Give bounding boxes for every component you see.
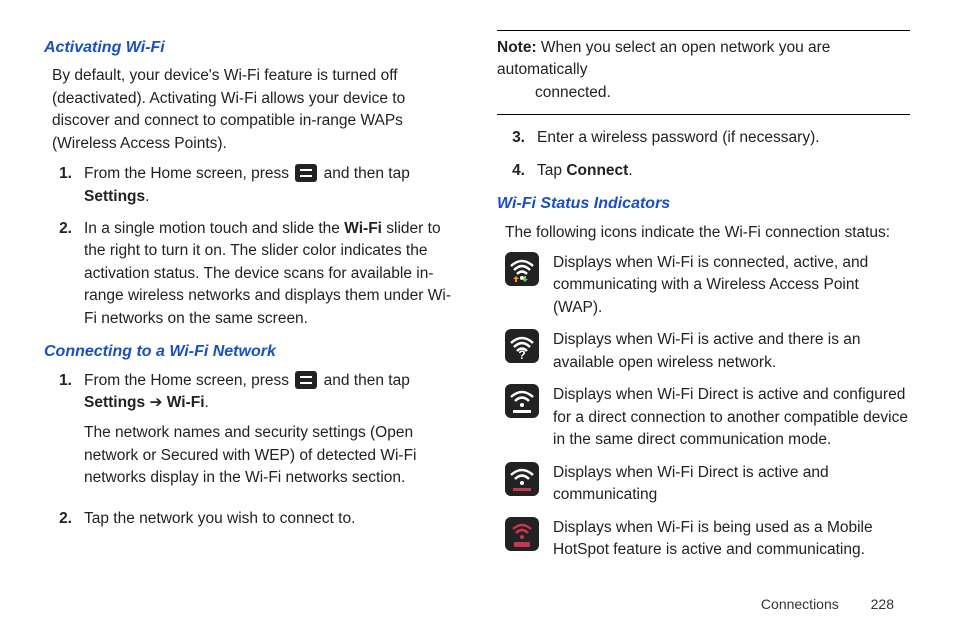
- wifi-direct-active-icon: [505, 462, 539, 496]
- list-item: 2. In a single motion touch and slide th…: [52, 218, 457, 330]
- page-columns: Activating Wi-Fi By default, your device…: [44, 30, 910, 572]
- status-description: Displays when Wi-Fi Direct is active and…: [553, 384, 910, 451]
- text-fragment: and then tap: [319, 165, 410, 182]
- status-item: Displays when Wi-Fi Direct is active and…: [505, 384, 910, 451]
- step-number: 1.: [52, 163, 72, 208]
- text-fragment: .: [628, 162, 632, 179]
- menu-icon: [295, 371, 317, 389]
- text-bold: Wi-Fi: [167, 394, 205, 411]
- note-text-line2: connected.: [535, 82, 910, 104]
- heading-activating-wifi: Activating Wi-Fi: [44, 36, 457, 59]
- step-number: 4.: [505, 160, 525, 182]
- step-text: Tap the network you wish to connect to.: [84, 508, 457, 530]
- step-number: 2.: [52, 218, 72, 330]
- list-connecting-wifi: 1. From the Home screen, press and then …: [52, 370, 457, 531]
- step-number: 2.: [52, 508, 72, 530]
- text-bold: Settings: [84, 188, 145, 205]
- step-text: In a single motion touch and slide the W…: [84, 218, 457, 330]
- status-description: Displays when Wi-Fi is connected, active…: [553, 252, 910, 319]
- status-description: Displays when Wi-Fi is being used as a M…: [553, 517, 910, 562]
- step-text: Tap Connect.: [537, 160, 910, 182]
- footer-page-number: 228: [871, 596, 894, 612]
- wifi-open-available-icon: ?: [505, 329, 539, 363]
- page-footer: Connections 228: [761, 594, 894, 614]
- text-fragment: In a single motion touch and slide the: [84, 220, 344, 237]
- status-item: Displays when Wi-Fi is connected, active…: [505, 252, 910, 319]
- text-fragment: The network names and security settings …: [84, 422, 457, 489]
- status-description: Displays when Wi-Fi is active and there …: [553, 329, 910, 374]
- list-item: 1. From the Home screen, press and then …: [52, 370, 457, 498]
- heading-status-indicators: Wi-Fi Status Indicators: [497, 192, 910, 215]
- svg-text:?: ?: [518, 348, 525, 362]
- text-bold: Connect: [566, 162, 628, 179]
- step-text: From the Home screen, press and then tap…: [84, 370, 457, 498]
- text-fragment: .: [145, 188, 149, 205]
- text-fragment: and then tap: [319, 372, 410, 389]
- list-connecting-continued: 3. Enter a wireless password (if necessa…: [505, 127, 910, 182]
- note-text: When you select an open network you are …: [497, 39, 830, 78]
- text-bold: Wi-Fi: [344, 220, 382, 237]
- text-bold: Settings: [84, 394, 145, 411]
- list-activating-wifi: 1. From the Home screen, press and then …: [52, 163, 457, 330]
- text-fragment: Tap: [537, 162, 566, 179]
- list-item: 1. From the Home screen, press and then …: [52, 163, 457, 208]
- note-block: Note: When you select an open network yo…: [497, 30, 910, 115]
- status-item: Displays when Wi-Fi is being used as a M…: [505, 517, 910, 562]
- text-fragment: From the Home screen, press: [84, 165, 293, 182]
- wifi-hotspot-icon: [505, 517, 539, 551]
- intro-status-indicators: The following icons indicate the Wi-Fi c…: [505, 222, 910, 244]
- status-item: ? Displays when Wi-Fi is active and ther…: [505, 329, 910, 374]
- right-column: Note: When you select an open network yo…: [497, 30, 910, 572]
- intro-activating-wifi: By default, your device's Wi-Fi feature …: [52, 65, 457, 155]
- footer-section-label: Connections: [761, 596, 839, 612]
- heading-connecting-wifi: Connecting to a Wi-Fi Network: [44, 340, 457, 363]
- text-fragment: From the Home screen, press: [84, 372, 293, 389]
- wifi-connected-icon: [505, 252, 539, 286]
- step-text: From the Home screen, press and then tap…: [84, 163, 457, 208]
- list-item: 3. Enter a wireless password (if necessa…: [505, 127, 910, 149]
- status-indicator-list: Displays when Wi-Fi is connected, active…: [505, 252, 910, 562]
- text-fragment: .: [205, 394, 209, 411]
- status-item: Displays when Wi-Fi Direct is active and…: [505, 462, 910, 507]
- step-number: 1.: [52, 370, 72, 498]
- arrow-icon: ➔: [145, 394, 167, 411]
- list-item: 2. Tap the network you wish to connect t…: [52, 508, 457, 530]
- step-number: 3.: [505, 127, 525, 149]
- left-column: Activating Wi-Fi By default, your device…: [44, 30, 457, 572]
- note-label: Note:: [497, 39, 537, 56]
- step-text: Enter a wireless password (if necessary)…: [537, 127, 910, 149]
- status-description: Displays when Wi-Fi Direct is active and…: [553, 462, 910, 507]
- list-item: 4. Tap Connect.: [505, 160, 910, 182]
- wifi-direct-configured-icon: [505, 384, 539, 418]
- menu-icon: [295, 164, 317, 182]
